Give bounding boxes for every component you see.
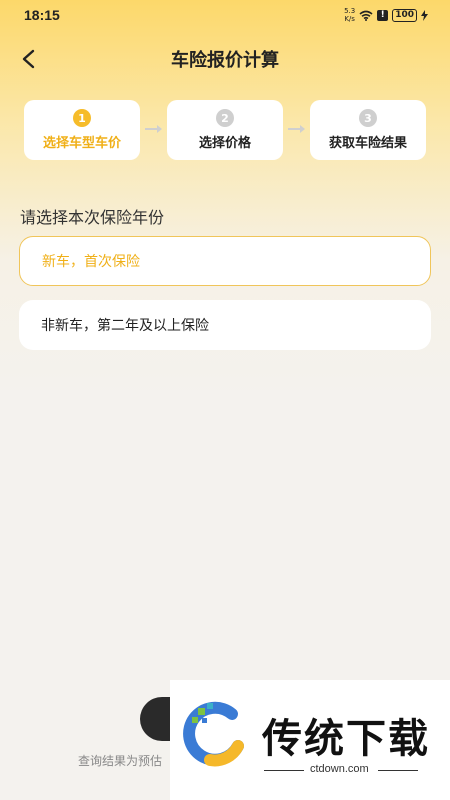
page-title: 车险报价计算 <box>171 50 279 71</box>
divider <box>264 770 304 771</box>
step-number: 1 <box>73 109 91 127</box>
network-speed: 5.3 K/s <box>344 7 356 23</box>
question-label: 请选择本次保险年份 <box>20 208 165 227</box>
watermark-brand: 传统下载 <box>262 716 430 762</box>
step-label: 获取车险结果 <box>328 136 407 151</box>
arrow-right-icon <box>288 125 305 133</box>
step-indicator: 1 选择车型车价 2 选择价格 3 获取车险结果 <box>24 100 428 162</box>
charging-icon <box>421 9 428 21</box>
step-label: 选择价格 <box>198 136 251 151</box>
divider <box>378 770 418 771</box>
step-3[interactable]: 3 获取车险结果 <box>310 100 426 160</box>
option-new-car[interactable]: 新车，首次保险 <box>19 236 431 286</box>
battery-icon: 100 <box>392 8 417 22</box>
ctdown-logo-icon <box>183 701 244 767</box>
arrow-right-icon <box>145 125 162 133</box>
alert-icon: ! <box>377 9 389 21</box>
footnote: 查询结果为预估 <box>78 754 163 768</box>
watermark-url: ctdown.com <box>310 763 369 775</box>
wifi-icon <box>359 10 373 21</box>
step-1[interactable]: 1 选择车型车价 <box>24 100 140 160</box>
step-2[interactable]: 2 选择价格 <box>167 100 283 160</box>
step-number: 3 <box>359 109 377 127</box>
option-used-car[interactable]: 非新车，第二年及以上保险 <box>19 300 431 350</box>
status-bar: 18:15 5.3 K/s ! 100 <box>0 0 450 30</box>
header: 车险报价计算 <box>0 40 450 76</box>
step-label: 选择车型车价 <box>42 136 121 151</box>
status-time: 18:15 <box>24 7 60 23</box>
step-number: 2 <box>216 109 234 127</box>
watermark-overlay: 传统下载 ctdown.com <box>170 680 450 800</box>
status-icons: 5.3 K/s ! 100 <box>344 7 428 23</box>
